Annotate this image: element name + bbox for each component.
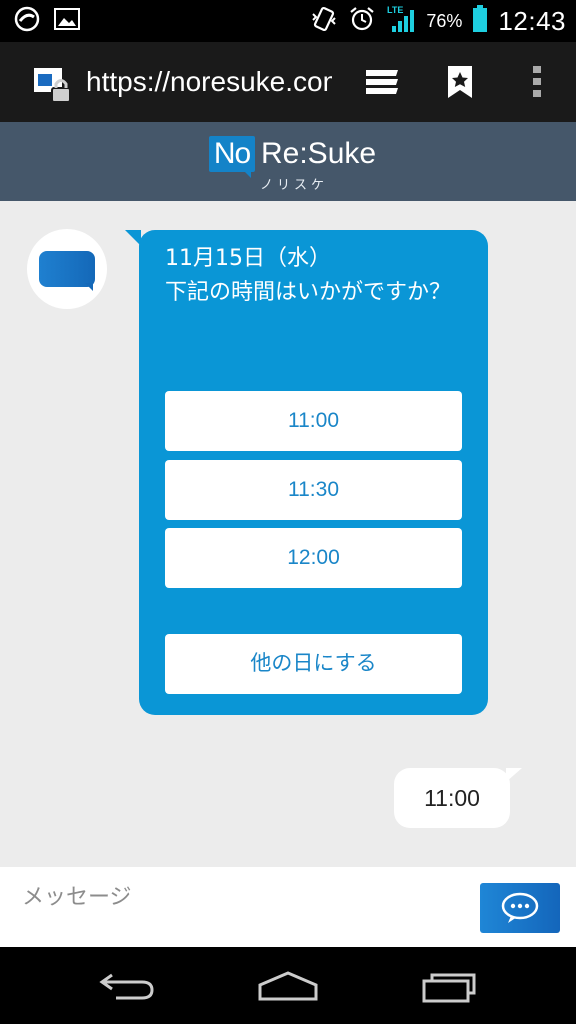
logo-resuke: Re:Suke xyxy=(261,137,377,170)
alarm-icon xyxy=(348,5,376,37)
message-composer xyxy=(0,867,576,947)
logo-no: No xyxy=(209,136,255,172)
user-bubble-tail xyxy=(506,768,522,782)
bot-bubble-tail xyxy=(125,230,141,246)
app-notification-icon xyxy=(14,6,40,36)
other-day-button[interactable]: 他の日にする xyxy=(165,634,462,694)
site-header: No Re:Suke ノリスケ xyxy=(0,122,576,201)
battery-icon xyxy=(472,5,488,37)
time-choice-button[interactable]: 11:00 xyxy=(165,391,462,451)
logo-kana: ノリスケ xyxy=(259,178,328,193)
send-button[interactable] xyxy=(480,883,560,933)
user-message-bubble: 11:00 xyxy=(394,768,522,828)
bot-message-text: 11月15日（水） 下記の時間はいかがですか？ xyxy=(165,242,465,310)
bot-avatar xyxy=(27,229,107,309)
message-input[interactable] xyxy=(22,875,462,919)
signal-lte-icon: LTE xyxy=(386,4,416,38)
chat-bubble-icon xyxy=(39,251,95,287)
user-message-text: 11:00 xyxy=(424,785,480,811)
time-choice-button[interactable]: 11:30 xyxy=(165,460,462,520)
bot-message-bubble: 11月15日（水） 下記の時間はいかがですか？ 11:00 11:30 12:0… xyxy=(125,230,488,715)
status-bar: LTE 76% 12:43 xyxy=(0,0,576,42)
vibrate-icon xyxy=(310,5,338,37)
svg-text:LTE: LTE xyxy=(387,5,403,15)
chat-bubble-tail xyxy=(85,283,93,291)
bot-message-date: 11月15日（水） xyxy=(165,246,331,271)
chat-send-icon xyxy=(480,892,560,936)
browser-toolbar: https://noresuke.com xyxy=(0,42,576,122)
tabs-icon[interactable] xyxy=(362,66,402,102)
back-icon[interactable] xyxy=(98,969,158,1007)
bot-message-question: 下記の時間はいかがですか？ xyxy=(165,280,452,305)
image-notification-icon xyxy=(54,7,80,35)
overflow-menu-icon[interactable] xyxy=(530,64,544,104)
time-choice-button[interactable]: 12:00 xyxy=(165,528,462,588)
chat-area[interactable]: 11月15日（水） 下記の時間はいかがですか？ 11:00 11:30 12:0… xyxy=(0,201,576,867)
recents-icon[interactable] xyxy=(420,967,480,1009)
url-bar[interactable]: https://noresuke.com xyxy=(86,62,332,102)
home-icon[interactable] xyxy=(256,969,320,1007)
bookmark-icon[interactable] xyxy=(446,64,474,104)
system-nav-bar xyxy=(0,947,576,1024)
secure-page-icon[interactable] xyxy=(32,66,76,110)
noresuke-logo: No Re:Suke ノリスケ xyxy=(209,136,379,193)
battery-percent: 76% xyxy=(426,10,463,31)
status-time: 12:43 xyxy=(498,5,566,36)
